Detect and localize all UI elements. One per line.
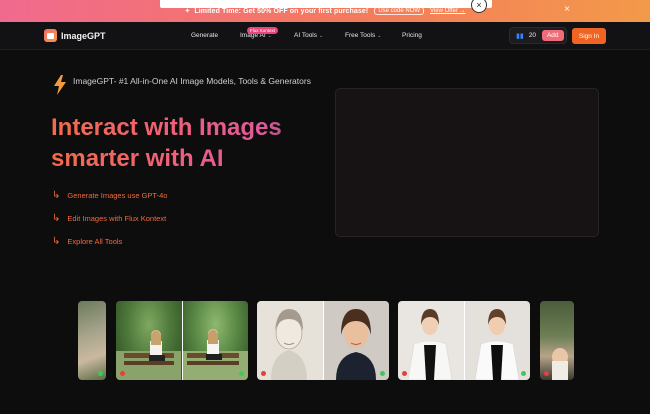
gallery-card[interactable] xyxy=(257,301,389,380)
popup-panel xyxy=(160,0,492,8)
link-generate-gpt4o[interactable]: ↳ Generate Images use GPT-4o xyxy=(52,190,167,201)
add-credits-button[interactable]: Add xyxy=(541,30,564,41)
gallery-card[interactable] xyxy=(398,301,530,380)
close-icon[interactable]: × xyxy=(564,4,570,15)
status-dot xyxy=(402,371,407,376)
chevron-down-icon: ⌄ xyxy=(319,33,324,39)
nav-free-tools[interactable]: Free Tools ⌄ xyxy=(345,32,381,39)
promo-code-button[interactable]: Use code NOW xyxy=(374,7,425,15)
sign-in-button[interactable]: Sign In xyxy=(572,28,606,44)
status-dot xyxy=(239,371,244,376)
status-dot xyxy=(98,371,103,376)
link-edit-flux-kontext[interactable]: ↳ Edit Images with Flux Kontext xyxy=(52,213,166,224)
credits-count: 20 xyxy=(528,32,536,39)
arrow-return-icon: ↳ xyxy=(52,236,61,247)
nav-ai-tools[interactable]: AI Tools ⌄ xyxy=(294,32,323,39)
status-dot xyxy=(521,371,526,376)
new-badge: Flux Kontext xyxy=(247,27,279,34)
gallery-card[interactable] xyxy=(116,301,248,380)
hero-headline: Interact with Images smarter with AI xyxy=(51,112,321,174)
image-carousel[interactable] xyxy=(78,300,574,380)
logo-icon xyxy=(44,29,57,42)
sparkle-icon: ✦ xyxy=(184,8,191,15)
status-dot xyxy=(261,371,266,376)
credits-widget: ▮▮ 20 Add xyxy=(509,27,567,44)
lightning-icon xyxy=(54,75,66,95)
preview-panel xyxy=(335,88,599,237)
arrow-return-icon: ↳ xyxy=(52,190,61,201)
link-explore-tools[interactable]: ↳ Explore All Tools xyxy=(52,236,122,247)
chevron-down-icon: ⌄ xyxy=(377,33,382,39)
arrow-return-icon: ↳ xyxy=(52,213,61,224)
gallery-card[interactable] xyxy=(78,301,106,380)
view-offer-link[interactable]: View Offer → xyxy=(430,8,465,14)
status-dot xyxy=(544,371,549,376)
status-dot xyxy=(120,371,125,376)
promo-text: Limited Time: Get 50% OFF on your first … xyxy=(194,7,369,15)
nav-generate[interactable]: Generate xyxy=(191,32,218,39)
logo[interactable]: ImageGPT xyxy=(44,29,106,42)
tagline-text: ImageGPT- #1 All-in-One AI Image Models,… xyxy=(73,76,311,86)
status-dot xyxy=(380,371,385,376)
credits-icon: ▮▮ xyxy=(516,32,524,40)
logo-text: ImageGPT xyxy=(61,30,106,41)
nav-pricing[interactable]: Pricing xyxy=(402,32,422,39)
tagline: ImageGPT- #1 All-in-One AI Image Models,… xyxy=(52,75,313,95)
gallery-card[interactable] xyxy=(540,301,574,380)
